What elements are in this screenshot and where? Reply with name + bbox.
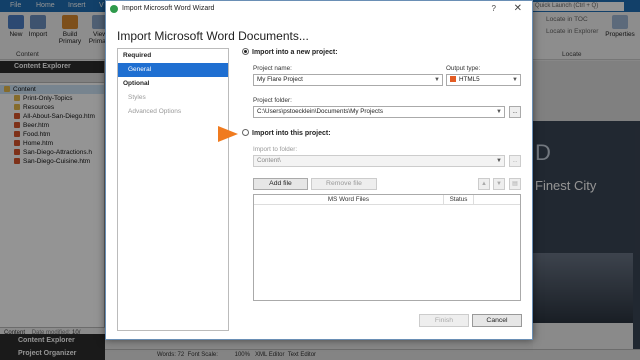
move-up-button[interactable]: ▲ — [478, 178, 490, 190]
wizard-step: Required — [123, 52, 152, 59]
project-name-field[interactable]: My Flare Project ▼ — [253, 74, 443, 86]
import-to-folder-field[interactable]: Content\ ▼ — [253, 155, 505, 167]
sort-button[interactable]: ▤ — [509, 178, 521, 190]
chevron-down-icon: ▼ — [496, 158, 502, 164]
wizard-step[interactable]: Styles — [118, 91, 228, 105]
import-word-wizard-dialog: Import Microsoft Word Wizard ? ✕ Import … — [105, 0, 533, 340]
project-name-value: My Flare Project — [257, 76, 303, 83]
project-name-label: Project name: — [253, 65, 292, 72]
import-to-folder-value: Content\ — [257, 157, 281, 164]
col-status[interactable]: Status — [444, 195, 474, 204]
word-files-table-header: MS Word Files Status — [254, 195, 520, 205]
word-files-table: MS Word Files Status — [253, 194, 521, 301]
output-type-label: Output type: — [446, 65, 481, 72]
project-folder-field[interactable]: C:\Users\pstoecklein\Documents\My Projec… — [253, 106, 505, 118]
callout-arrow-icon — [218, 126, 238, 142]
add-file-button[interactable]: Add file — [253, 178, 308, 190]
cancel-button[interactable]: Cancel — [472, 314, 522, 327]
wizard-step[interactable]: Advanced Options — [118, 105, 228, 119]
radio-new-project-label: Import into a new project: — [252, 49, 338, 56]
output-type-value: HTML5 — [459, 76, 480, 83]
radio-this-project-icon — [242, 129, 249, 136]
col-ms-word-files[interactable]: MS Word Files — [254, 195, 444, 204]
chevron-down-icon: ▼ — [434, 77, 440, 83]
radio-this-project[interactable]: Import into this project: — [242, 129, 331, 137]
dialog-title: Import Microsoft Word Wizard — [122, 5, 215, 12]
remove-file-button[interactable]: Remove file — [311, 178, 377, 190]
sort-icon: ▤ — [512, 181, 518, 187]
radio-new-project-selected-icon — [242, 48, 249, 55]
chevron-down-icon: ▼ — [496, 109, 502, 115]
project-folder-value: C:\Users\pstoecklein\Documents\My Projec… — [257, 108, 383, 115]
wizard-app-icon — [110, 5, 118, 13]
move-down-button[interactable]: ▼ — [493, 178, 505, 190]
close-button[interactable]: ✕ — [514, 3, 522, 14]
radio-new-project[interactable]: Import into a new project: — [242, 48, 338, 56]
radio-this-project-label: Import into this project: — [252, 130, 331, 137]
html5-icon — [450, 76, 456, 82]
browse-project-folder-button[interactable]: ... — [509, 106, 521, 118]
project-folder-label: Project folder: — [253, 97, 292, 104]
import-to-folder-label: Import to folder: — [253, 146, 298, 153]
chevron-down-icon: ▼ — [512, 77, 518, 83]
arrow-down-icon: ▼ — [496, 181, 502, 187]
help-button[interactable]: ? — [492, 4, 496, 13]
dialog-titlebar: Import Microsoft Word Wizard ? ✕ — [106, 1, 532, 18]
arrow-up-icon: ▲ — [481, 181, 487, 187]
finish-button[interactable]: Finish — [419, 314, 469, 327]
wizard-steps-list: Required General Optional Styles Advanced Op… — [117, 48, 229, 331]
wizard-step: Optional — [123, 80, 150, 87]
wizard-step[interactable]: General — [118, 63, 228, 77]
dialog-heading: Import Microsoft Word Documents... — [117, 29, 309, 43]
browse-import-folder-button[interactable]: ... — [509, 155, 521, 167]
output-type-select[interactable]: HTML5 ▼ — [446, 74, 521, 86]
